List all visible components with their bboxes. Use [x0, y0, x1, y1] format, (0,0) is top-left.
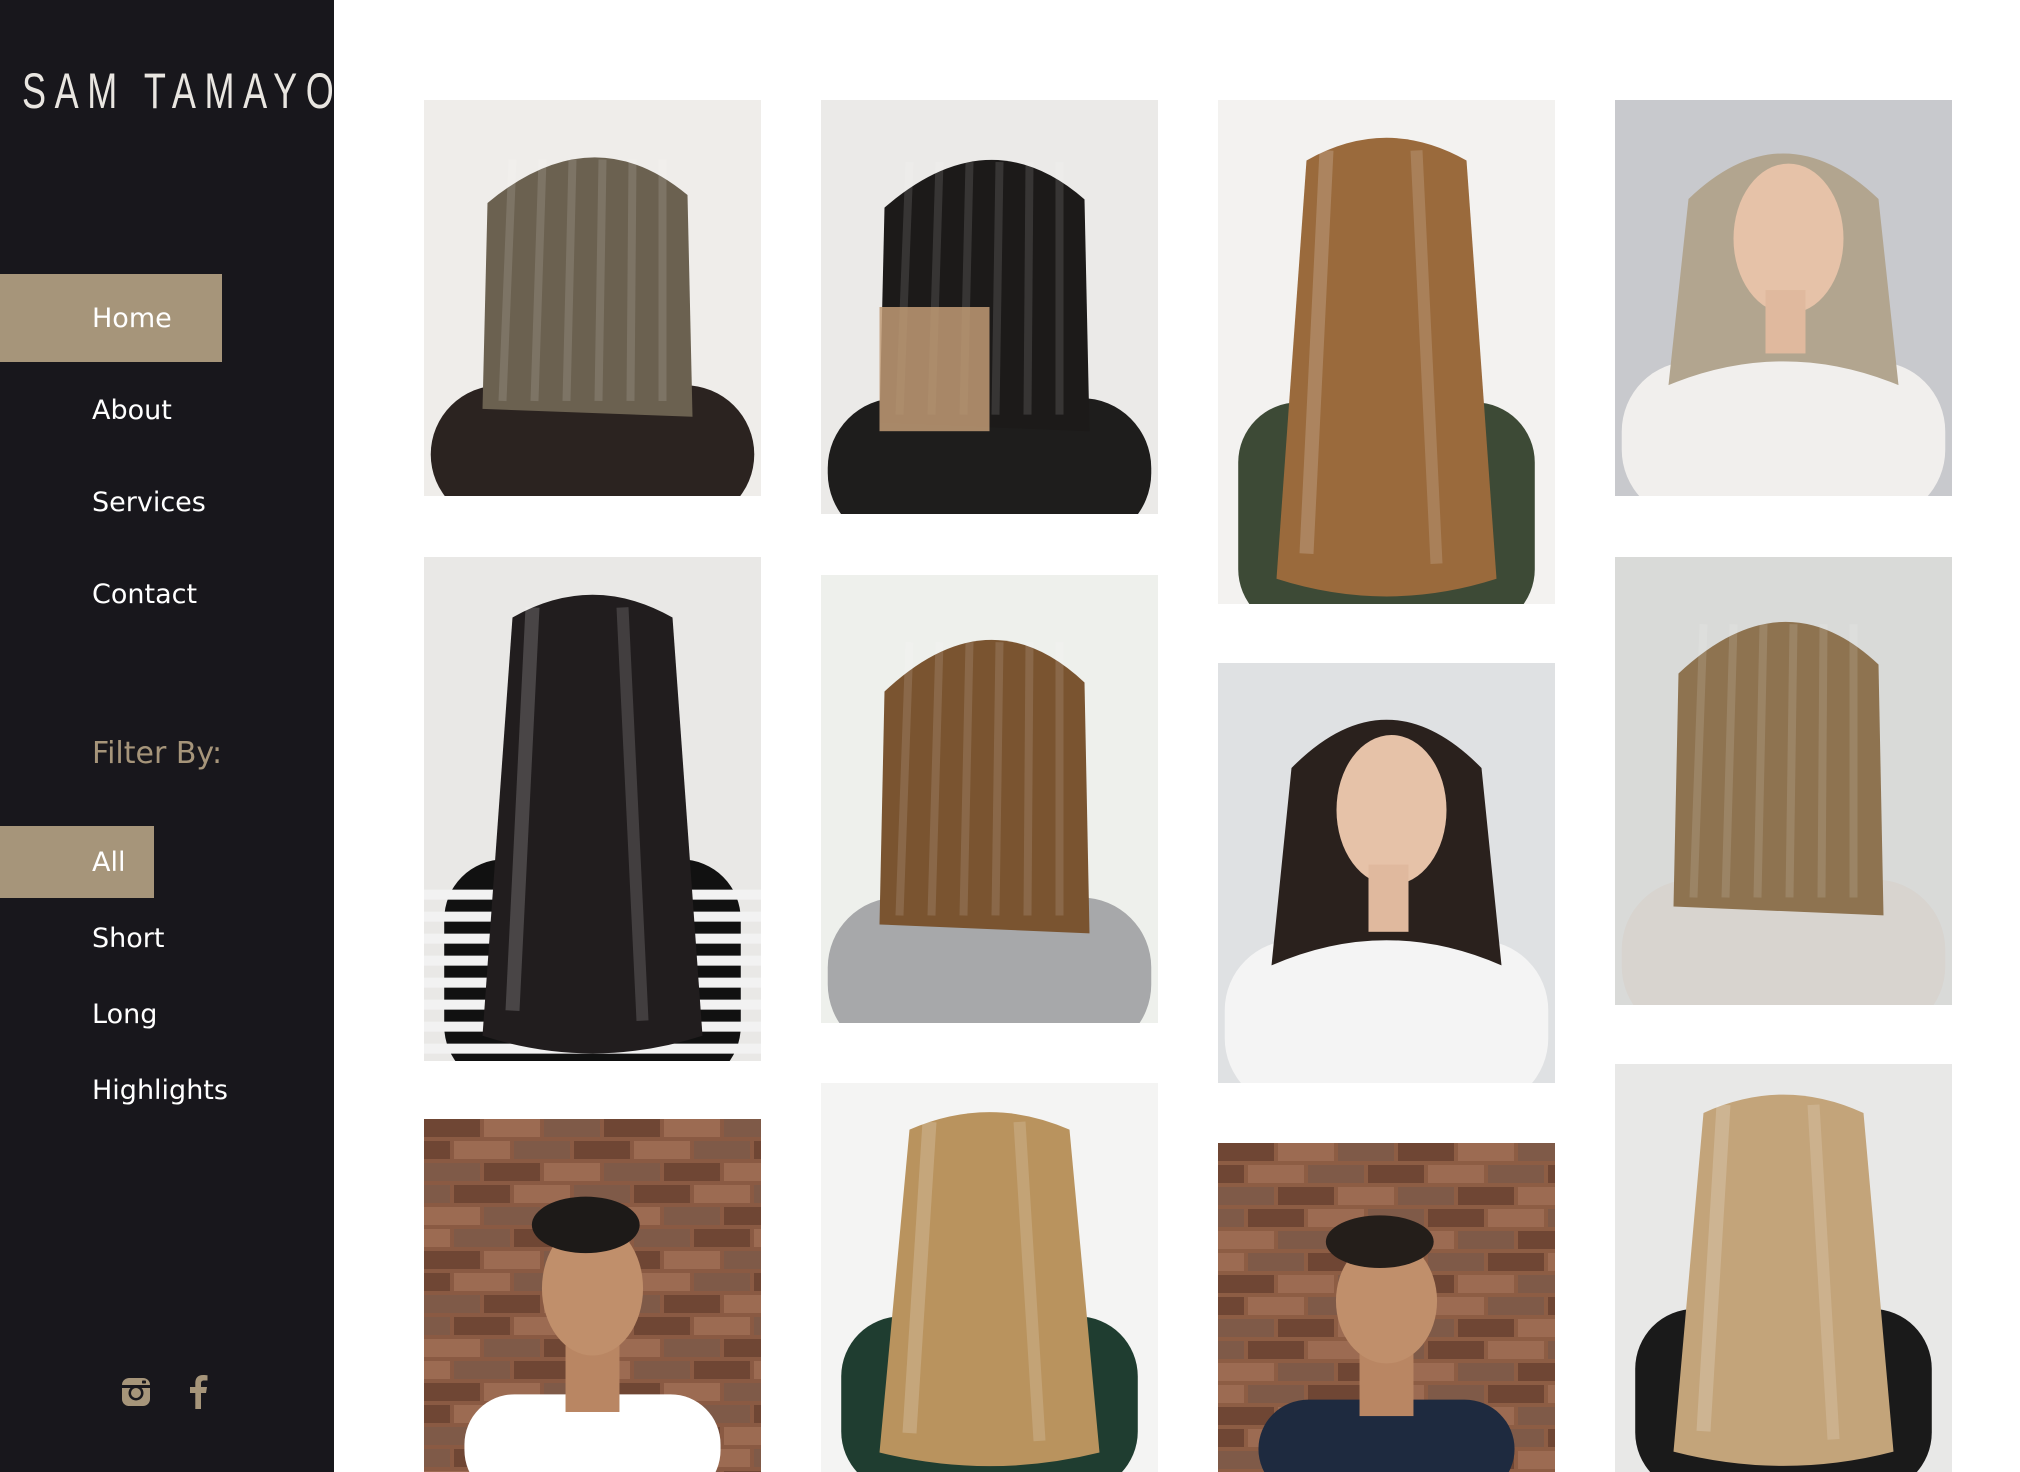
nav-item-label: Services: [92, 486, 206, 518]
gallery-photo[interactable]: [1615, 557, 1952, 1005]
gallery-photo[interactable]: [821, 1083, 1158, 1472]
main-nav: Home About Services Contact: [0, 274, 334, 642]
gallery-photo[interactable]: [1218, 663, 1555, 1083]
gallery-photo[interactable]: [424, 557, 761, 1061]
social-links: [118, 1374, 216, 1410]
photo-gallery: [334, 0, 2020, 1472]
gallery-photo[interactable]: [821, 100, 1158, 514]
photo-image: [1218, 100, 1555, 604]
gallery-photo[interactable]: [1615, 100, 1952, 496]
photo-image: [1218, 663, 1555, 1083]
photo-image: [424, 557, 761, 1061]
filter-long[interactable]: Long: [0, 978, 334, 1050]
photo-image: [1615, 557, 1952, 1005]
nav-item-about[interactable]: About: [0, 366, 334, 454]
gallery-photo[interactable]: [1218, 1143, 1555, 1472]
filter-list: All Short Long Highlights: [0, 826, 334, 1130]
gallery-photo[interactable]: [424, 100, 761, 496]
filter-all[interactable]: All: [0, 826, 154, 898]
gallery-photo[interactable]: [1615, 1064, 1952, 1472]
photo-image: [424, 1119, 761, 1472]
sidebar: SAM TAMAYO Home About Services Contact F…: [0, 0, 334, 1472]
nav-item-services[interactable]: Services: [0, 458, 334, 546]
filter-highlights[interactable]: Highlights: [0, 1054, 334, 1126]
nav-item-label: Home: [92, 302, 172, 334]
photo-image: [1615, 1064, 1952, 1472]
photo-image: [1615, 100, 1952, 496]
photo-image: [821, 1083, 1158, 1472]
gallery-photo[interactable]: [424, 1119, 761, 1472]
photo-image: [821, 575, 1158, 1023]
nav-item-contact[interactable]: Contact: [0, 550, 334, 638]
photo-image: [424, 100, 761, 496]
filter-title: Filter By:: [92, 736, 223, 771]
filter-label: Short: [92, 922, 165, 954]
filter-label: Long: [92, 998, 158, 1030]
filter-label: Highlights: [92, 1074, 228, 1106]
nav-item-home[interactable]: Home: [0, 274, 222, 362]
filter-label: All: [92, 846, 126, 878]
nav-item-label: About: [92, 394, 172, 426]
facebook-icon[interactable]: [180, 1374, 216, 1410]
photo-image: [1218, 1143, 1555, 1472]
brand-logo[interactable]: SAM TAMAYO: [22, 62, 334, 120]
filter-short[interactable]: Short: [0, 902, 334, 974]
gallery-photo[interactable]: [821, 575, 1158, 1023]
instagram-icon[interactable]: [118, 1374, 154, 1410]
nav-item-label: Contact: [92, 578, 198, 610]
gallery-photo[interactable]: [1218, 100, 1555, 604]
photo-image: [821, 100, 1158, 514]
